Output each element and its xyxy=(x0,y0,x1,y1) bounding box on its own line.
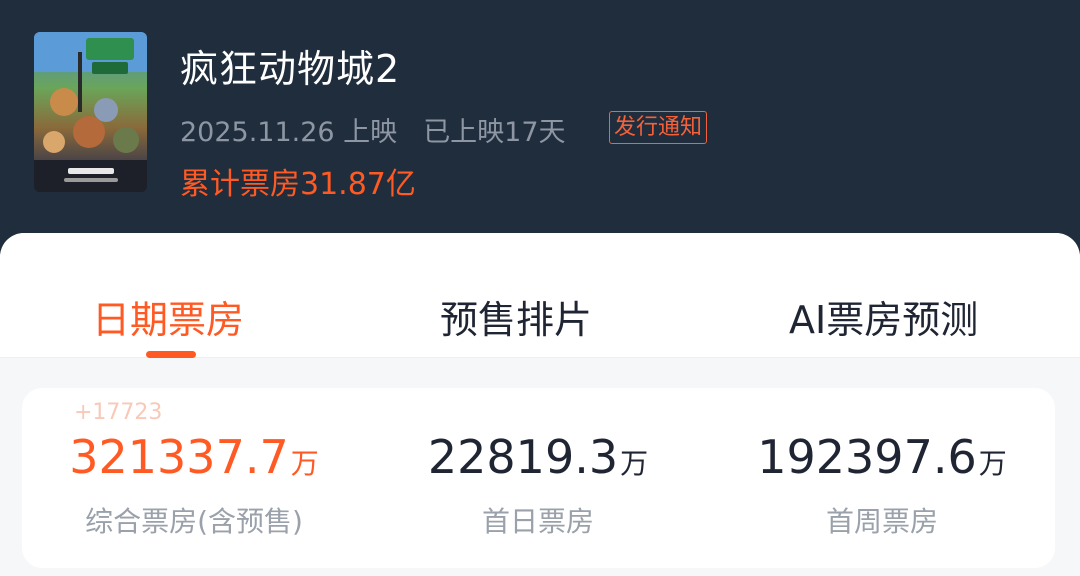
movie-title: 疯狂动物城2 xyxy=(180,47,401,91)
stat-value: 22819.3万 xyxy=(427,430,649,484)
total-box-office: 累计票房31.87亿 xyxy=(180,167,416,202)
stat-label: 首周票房 xyxy=(825,505,938,538)
stats-panel: +17723 321337.7万 综合票房(含预售) 22819.3万 首日票房… xyxy=(22,388,1055,568)
stat-label: 首日票房 xyxy=(481,505,594,538)
tab-bar: 日期票房 预售排片 AI票房预测 xyxy=(0,233,1080,358)
tab-daily-box-office[interactable]: 日期票房 xyxy=(92,289,244,344)
stat-first-day: 22819.3万 首日票房 xyxy=(366,388,710,568)
stat-first-week: 192397.6万 首周票房 xyxy=(710,388,1054,568)
movie-header: 疯狂动物城2 2025.11.26 上映 已上映17天 发行通知 累计票房31.8… xyxy=(0,0,1080,260)
stat-value: 192397.6万 xyxy=(757,430,1007,484)
stat-label: 综合票房(含预售) xyxy=(85,505,303,538)
content-card: 日期票房 预售排片 AI票房预测 +17723 321337.7万 综合票房(含… xyxy=(0,233,1080,576)
stat-delta: +17723 xyxy=(74,400,163,425)
movie-poster[interactable] xyxy=(34,32,147,192)
stat-value: 321337.7万 xyxy=(69,430,319,484)
days-showing: 已上映17天 xyxy=(423,117,566,148)
stat-total-incl-presale: +17723 321337.7万 综合票房(含预售) xyxy=(22,388,366,568)
tab-presale-schedule[interactable]: 预售排片 xyxy=(440,289,592,344)
tab-ai-forecast[interactable]: AI票房预测 xyxy=(789,289,978,344)
notice-badge[interactable]: 发行通知 xyxy=(609,111,708,144)
active-tab-indicator xyxy=(146,351,196,358)
release-info: 2025.11.26 上映 已上映17天 xyxy=(180,110,566,149)
poster-artwork-icon xyxy=(34,32,147,192)
release-date: 2025.11.26 上映 xyxy=(180,117,398,148)
